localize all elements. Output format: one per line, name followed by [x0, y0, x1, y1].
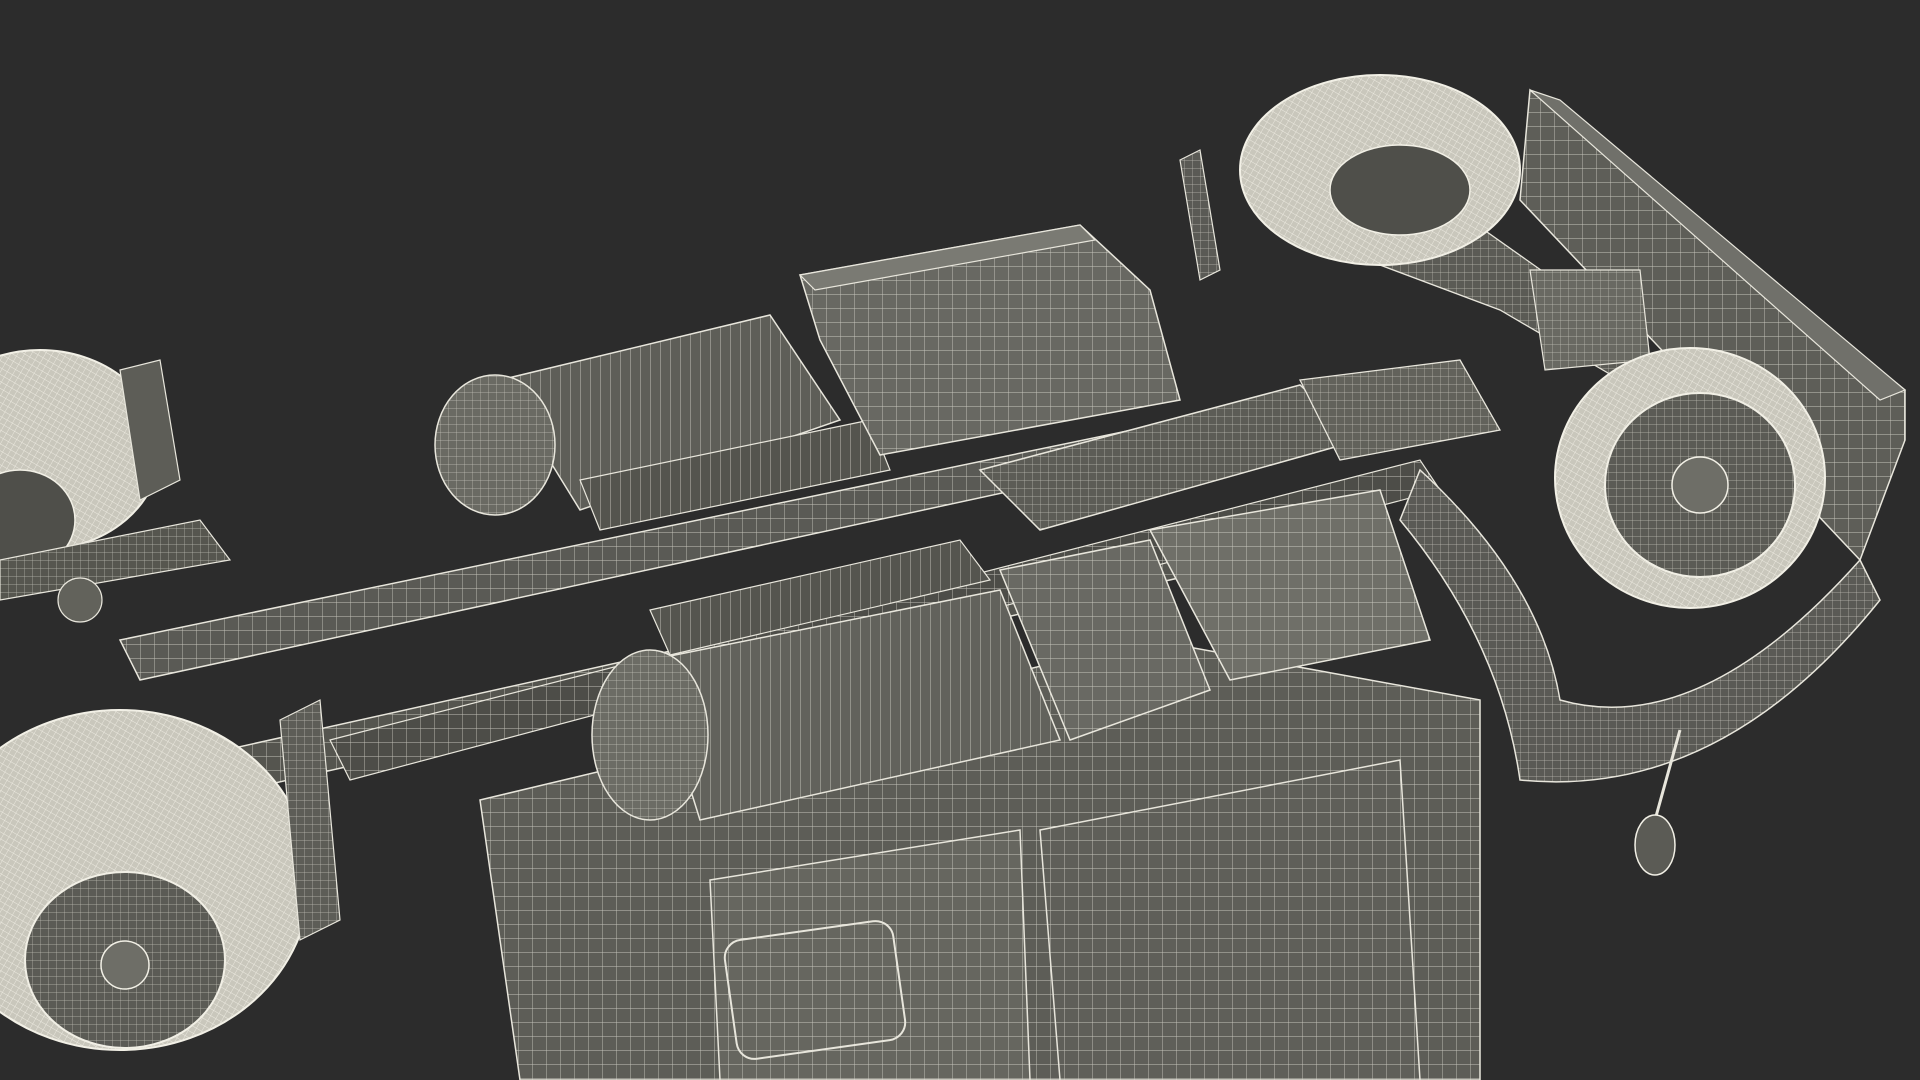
battery-box-upper: [798, 224, 1181, 456]
front-left-wheel: [1239, 74, 1521, 266]
front-right-wheel: [1554, 347, 1826, 609]
render-viewport: [0, 0, 1920, 1080]
rear-mud-flap: [1179, 149, 1221, 281]
truck-underside-wireframe-render: [0, 74, 1907, 1080]
rear-right-wheels: [0, 699, 341, 1051]
